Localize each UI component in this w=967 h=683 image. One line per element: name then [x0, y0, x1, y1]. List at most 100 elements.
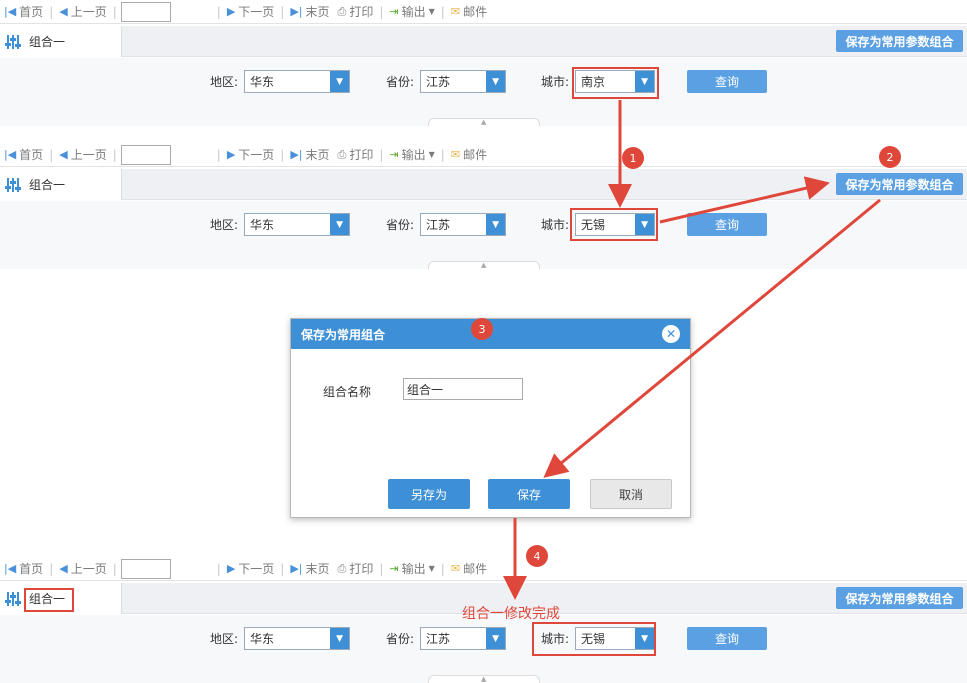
chevron-down-icon: ▼ — [330, 214, 350, 235]
first-page-icon: |◀ — [4, 562, 17, 575]
province-select[interactable]: 江苏 ▼ — [420, 70, 507, 93]
export-button[interactable]: ⇥ 输出 ▼ — [385, 559, 438, 579]
next-page-icon: ▶ — [226, 148, 236, 161]
sliders-icon — [0, 591, 26, 606]
region-select[interactable]: 华东 ▼ — [244, 213, 351, 236]
cancel-button[interactable]: 取消 — [590, 479, 672, 509]
report-panel-2: |◀ 首页 | ◀ 上一页 | | ▶ 下一页 | ▶| 末页 ⎙ 打印 | ⇥ 输出 ▼ |… — [0, 143, 967, 269]
last-page-icon: ▶| — [290, 148, 303, 161]
pager-toolbar: |◀ 首页 | ◀ 上一页 | | ▶ 下一页 | ▶| 末页 ⎙ 打印 | ⇥ 输出 ▼ |… — [0, 143, 967, 167]
province-field: 省份: 江苏 ▼ — [386, 213, 507, 236]
mail-button[interactable]: ✉ 邮件 — [447, 2, 491, 22]
prev-page-icon: ◀ — [59, 5, 68, 18]
combo-name-input[interactable]: 组合一 — [403, 378, 523, 400]
step-badge-2: 2 — [879, 146, 901, 168]
first-page-icon: |◀ — [4, 148, 17, 161]
export-icon: ⇥ — [389, 5, 399, 18]
collapse-up-icon: ▲ — [481, 118, 487, 126]
chevron-down-icon: ▼ — [428, 150, 435, 159]
chevron-down-icon: ▼ — [428, 7, 435, 16]
highlight-city-select-1 — [572, 67, 659, 99]
save-button[interactable]: 保存 — [488, 479, 570, 509]
step-badge-3: 3 — [471, 318, 493, 340]
prev-page-button[interactable]: ◀ 上一页 — [55, 145, 110, 165]
prev-page-button[interactable]: ◀ 上一页 — [55, 2, 110, 22]
chevron-down-icon: ▼ — [486, 628, 506, 649]
combo-tab-bar: 组合一 保存为常用参数组合 — [0, 26, 967, 57]
last-page-button[interactable]: ▶| 末页 — [286, 2, 333, 22]
region-label: 地区: — [210, 75, 239, 89]
region-select[interactable]: 华东 ▼ — [244, 627, 351, 650]
completion-note: 组合一修改完成 — [462, 606, 560, 622]
first-page-button[interactable]: |◀ 首页 — [0, 2, 47, 22]
province-field: 省份: 江苏 ▼ — [386, 70, 507, 93]
save-common-params-button[interactable]: 保存为常用参数组合 — [836, 587, 963, 609]
collapse-handle[interactable]: ▲ — [428, 261, 540, 269]
region-label: 地区: — [210, 218, 239, 232]
tab-combo[interactable]: 组合一 — [0, 169, 122, 200]
highlight-city-field-3 — [532, 622, 656, 656]
region-field: 地区: 华东 ▼ — [210, 627, 351, 650]
mail-button[interactable]: ✉ 邮件 — [447, 145, 491, 165]
print-button[interactable]: ⎙ 打印 — [334, 559, 378, 579]
dialog-title: 保存为常用组合 — [301, 327, 386, 342]
tab-label: 组合一 — [29, 178, 66, 192]
save-as-button[interactable]: 另存为 — [388, 479, 470, 509]
first-page-button[interactable]: |◀ 首页 — [0, 559, 47, 579]
province-field: 省份: 江苏 ▼ — [386, 627, 507, 650]
query-button[interactable]: 查询 — [687, 70, 767, 93]
collapse-handle[interactable]: ▲ — [428, 118, 540, 126]
province-select[interactable]: 江苏 ▼ — [420, 627, 507, 650]
param-row: 地区: 华东 ▼ 省份: 江苏 ▼ 城市: 无锡 ▼ 查询 ▲ — [0, 201, 967, 269]
export-button[interactable]: ⇥ 输出 ▼ — [385, 2, 438, 22]
print-button[interactable]: ⎙ 打印 — [334, 145, 378, 165]
province-select[interactable]: 江苏 ▼ — [420, 213, 507, 236]
mail-button[interactable]: ✉ 邮件 — [447, 559, 491, 579]
next-page-button[interactable]: ▶ 下一页 — [223, 559, 278, 579]
tab-combo[interactable]: 组合一 — [0, 26, 122, 57]
first-page-icon: |◀ — [4, 5, 17, 18]
last-page-button[interactable]: ▶| 末页 — [286, 145, 333, 165]
region-field: 地区: 华东 ▼ — [210, 213, 351, 236]
next-page-button[interactable]: ▶ 下一页 — [223, 2, 278, 22]
page-number-input[interactable] — [120, 558, 171, 579]
region-label: 地区: — [210, 632, 239, 646]
highlight-tab-label — [24, 588, 74, 612]
dialog-body: 组合名称 组合一 另存为 保存 取消 — [291, 349, 690, 517]
collapse-up-icon: ▲ — [481, 261, 487, 269]
province-label: 省份: — [386, 632, 415, 646]
pager-toolbar: |◀ 首页 | ◀ 上一页 | | ▶ 下一页 | ▶| 末页 ⎙ 打印 | ⇥ 输出 ▼ |… — [0, 0, 967, 24]
mail-icon: ✉ — [450, 562, 461, 575]
export-icon: ⇥ — [389, 148, 399, 161]
region-select[interactable]: 华东 ▼ — [244, 70, 351, 93]
step-badge-4: 4 — [526, 545, 548, 567]
close-icon[interactable]: ✕ — [662, 325, 680, 343]
page-number-input[interactable] — [120, 1, 171, 22]
export-icon: ⇥ — [389, 562, 399, 575]
step-badge-1: 1 — [622, 147, 644, 169]
param-row: 地区: 华东 ▼ 省份: 江苏 ▼ 城市: 南京 ▼ 查询 ▲ — [0, 58, 967, 126]
pager-toolbar: |◀ 首页 | ◀ 上一页 | | ▶ 下一页 | ▶| 末页 ⎙ 打印 | ⇥ 输出 ▼ |… — [0, 557, 967, 581]
first-page-button[interactable]: |◀ 首页 — [0, 145, 47, 165]
save-common-params-button[interactable]: 保存为常用参数组合 — [836, 30, 963, 52]
chevron-down-icon: ▼ — [486, 214, 506, 235]
sliders-icon — [0, 177, 26, 192]
query-button[interactable]: 查询 — [687, 627, 767, 650]
save-common-params-button[interactable]: 保存为常用参数组合 — [836, 173, 963, 195]
export-button[interactable]: ⇥ 输出 ▼ — [385, 145, 438, 165]
province-label: 省份: — [386, 75, 415, 89]
tab-label: 组合一 — [29, 35, 66, 49]
next-page-button[interactable]: ▶ 下一页 — [223, 145, 278, 165]
query-button[interactable]: 查询 — [687, 213, 767, 236]
prev-page-button[interactable]: ◀ 上一页 — [55, 559, 110, 579]
chevron-down-icon: ▼ — [330, 628, 350, 649]
mail-icon: ✉ — [450, 148, 461, 161]
highlight-city-select-2 — [570, 208, 658, 241]
page-number-input[interactable] — [120, 144, 171, 165]
printer-icon: ⎙ — [337, 147, 347, 161]
next-page-icon: ▶ — [226, 5, 236, 18]
print-button[interactable]: ⎙ 打印 — [334, 2, 378, 22]
mail-icon: ✉ — [450, 5, 461, 18]
province-label: 省份: — [386, 218, 415, 232]
last-page-button[interactable]: ▶| 末页 — [286, 559, 333, 579]
